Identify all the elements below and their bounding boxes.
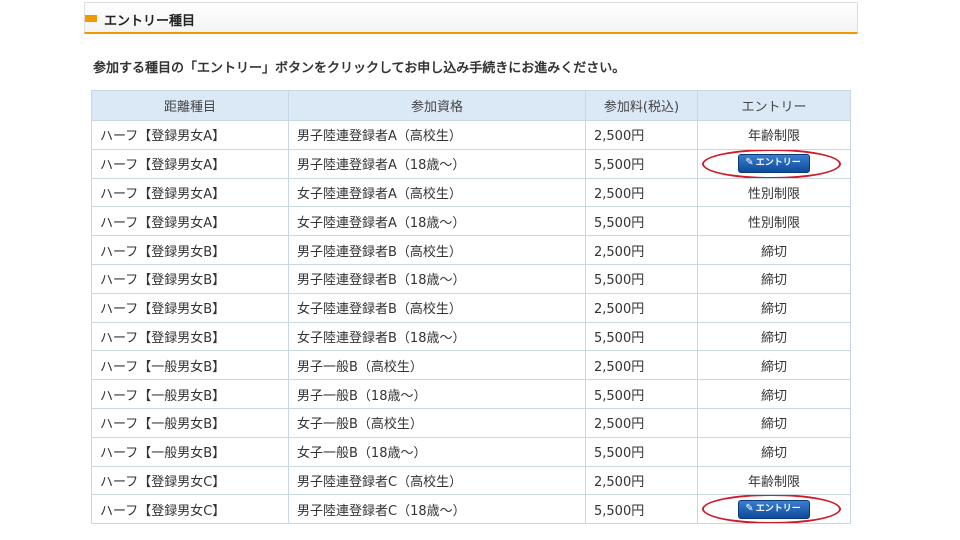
cell-event: ハーフ【一般男女B】 bbox=[91, 379, 289, 409]
cell-event: ハーフ【一般男女B】 bbox=[91, 407, 289, 438]
cell-entry: ✎ エントリー bbox=[697, 494, 851, 525]
table-row: ハーフ【登録男女A】 男子陸連登録者A（18歳～） 5,500円 ✎ エントリー bbox=[91, 148, 851, 179]
cell-entry-status: 性別制限 bbox=[697, 206, 851, 237]
table-header-row: 距離種目 参加資格 参加料(税込) エントリー bbox=[91, 90, 851, 121]
cell-entry-status: 締切 bbox=[697, 292, 851, 323]
table-row: ハーフ【登録男女A】 男子陸連登録者A（高校生） 2,500円 年齢制限 bbox=[91, 120, 851, 150]
cell-fee: 2,500円 bbox=[585, 177, 698, 208]
cell-qualification: 男子陸連登録者C（18歳～） bbox=[288, 494, 586, 525]
table-row: ハーフ【一般男女B】 男子一般B（高校生） 2,500円 締切 bbox=[91, 350, 851, 381]
cell-fee: 2,500円 bbox=[585, 292, 698, 323]
cell-qualification: 男子陸連登録者C（高校生） bbox=[288, 465, 586, 496]
cell-event: ハーフ【登録男女B】 bbox=[91, 321, 289, 352]
cell-entry-status: 締切 bbox=[697, 379, 851, 409]
cell-entry-status: 締切 bbox=[697, 235, 851, 265]
cell-event: ハーフ【登録男女A】 bbox=[91, 120, 289, 150]
cell-fee: 2,500円 bbox=[585, 235, 698, 265]
table-row: ハーフ【登録男女B】 男子陸連登録者B（高校生） 2,500円 締切 bbox=[91, 235, 851, 265]
cell-fee: 5,500円 bbox=[585, 263, 698, 294]
pencil-icon: ✎ bbox=[745, 157, 754, 169]
cell-fee: 5,500円 bbox=[585, 494, 698, 525]
cell-qualification: 女子陸連登録者A（高校生） bbox=[288, 177, 586, 208]
cell-event: ハーフ【登録男女B】 bbox=[91, 292, 289, 323]
cell-event: ハーフ【登録男女C】 bbox=[91, 465, 289, 496]
table-row: ハーフ【登録男女B】 男子陸連登録者B（18歳～） 5,500円 締切 bbox=[91, 263, 851, 294]
table-row: ハーフ【登録男女B】 女子陸連登録者B（高校生） 2,500円 締切 bbox=[91, 292, 851, 323]
cell-event: ハーフ【登録男女B】 bbox=[91, 235, 289, 265]
cell-fee: 5,500円 bbox=[585, 436, 698, 467]
column-header-fee: 参加料(税込) bbox=[585, 90, 698, 121]
cell-qualification: 女子陸連登録者B（高校生） bbox=[288, 292, 586, 323]
entry-table: 距離種目 参加資格 参加料(税込) エントリー ハーフ【登録男女A】 男子陸連登録… bbox=[91, 90, 851, 525]
cell-event: ハーフ【登録男女A】 bbox=[91, 148, 289, 179]
cell-qualification: 男子陸連登録者B（高校生） bbox=[288, 235, 586, 265]
table-row: ハーフ【登録男女C】 男子陸連登録者C（高校生） 2,500円 年齢制限 bbox=[91, 465, 851, 496]
cell-qualification: 男子陸連登録者A（18歳～） bbox=[288, 148, 586, 179]
cell-qualification: 男子陸連登録者B（18歳～） bbox=[288, 263, 586, 294]
section-title: エントリー種目 bbox=[104, 14, 196, 29]
pencil-icon: ✎ bbox=[745, 502, 754, 514]
cell-qualification: 女子一般B（高校生） bbox=[288, 407, 586, 438]
cell-entry-status: 年齢制限 bbox=[697, 465, 851, 496]
cell-event: ハーフ【一般男女B】 bbox=[91, 436, 289, 467]
cell-event: ハーフ【一般男女B】 bbox=[91, 350, 289, 381]
cell-entry-status: 年齢制限 bbox=[697, 120, 851, 150]
table-row: ハーフ【登録男女A】 女子陸連登録者A（高校生） 2,500円 性別制限 bbox=[91, 177, 851, 208]
cell-fee: 2,500円 bbox=[585, 350, 698, 381]
cell-qualification: 女子一般B（18歳～） bbox=[288, 436, 586, 467]
cell-entry: ✎ エントリー bbox=[697, 148, 851, 179]
cell-fee: 5,500円 bbox=[585, 379, 698, 409]
table-row: ハーフ【一般男女B】 女子一般B（高校生） 2,500円 締切 bbox=[91, 407, 851, 438]
cell-entry-status: 締切 bbox=[697, 263, 851, 294]
cell-entry-status: 性別制限 bbox=[697, 177, 851, 208]
entry-button[interactable]: ✎ エントリー bbox=[738, 499, 810, 519]
cell-qualification: 男子陸連登録者A（高校生） bbox=[288, 120, 586, 150]
cell-event: ハーフ【登録男女C】 bbox=[91, 494, 289, 525]
table-row: ハーフ【登録男女B】 女子陸連登録者B（18歳～） 5,500円 締切 bbox=[91, 321, 851, 352]
cell-fee: 2,500円 bbox=[585, 120, 698, 150]
cell-event: ハーフ【登録男女A】 bbox=[91, 177, 289, 208]
cell-entry-status: 締切 bbox=[697, 321, 851, 352]
instruction-text: 参加する種目の「エントリー」ボタンをクリックしてお申し込み手続きにお進みください… bbox=[93, 61, 626, 76]
cell-event: ハーフ【登録男女A】 bbox=[91, 206, 289, 237]
cell-event: ハーフ【登録男女B】 bbox=[91, 263, 289, 294]
cell-fee: 5,500円 bbox=[585, 148, 698, 179]
cell-qualification: 男子一般B（高校生） bbox=[288, 350, 586, 381]
entry-button-label: エントリー bbox=[755, 158, 801, 169]
column-header-entry: エントリー bbox=[697, 90, 851, 121]
table-row: ハーフ【登録男女A】 女子陸連登録者A（18歳～） 5,500円 性別制限 bbox=[91, 206, 851, 237]
table-row: ハーフ【一般男女B】 男子一般B（18歳～） 5,500円 締切 bbox=[91, 379, 851, 409]
table-row: ハーフ【登録男女C】 男子陸連登録者C（18歳～） 5,500円 ✎ エントリー bbox=[91, 494, 851, 525]
cell-qualification: 女子陸連登録者B（18歳～） bbox=[288, 321, 586, 352]
cell-entry-status: 締切 bbox=[697, 436, 851, 467]
column-header-qualification: 参加資格 bbox=[288, 90, 586, 121]
column-header-event: 距離種目 bbox=[91, 90, 289, 121]
entry-button[interactable]: ✎ エントリー bbox=[738, 154, 810, 174]
cell-fee: 5,500円 bbox=[585, 321, 698, 352]
cell-fee: 2,500円 bbox=[585, 407, 698, 438]
table-row: ハーフ【一般男女B】 女子一般B（18歳～） 5,500円 締切 bbox=[91, 436, 851, 467]
cell-entry-status: 締切 bbox=[697, 407, 851, 438]
entry-button-label: エントリー bbox=[755, 503, 801, 514]
section-header: エントリー種目 bbox=[84, 2, 858, 34]
cell-entry-status: 締切 bbox=[697, 350, 851, 381]
cell-qualification: 男子一般B（18歳～） bbox=[288, 379, 586, 409]
header-accent-bar bbox=[85, 15, 97, 22]
cell-qualification: 女子陸連登録者A（18歳～） bbox=[288, 206, 586, 237]
cell-fee: 2,500円 bbox=[585, 465, 698, 496]
cell-fee: 5,500円 bbox=[585, 206, 698, 237]
